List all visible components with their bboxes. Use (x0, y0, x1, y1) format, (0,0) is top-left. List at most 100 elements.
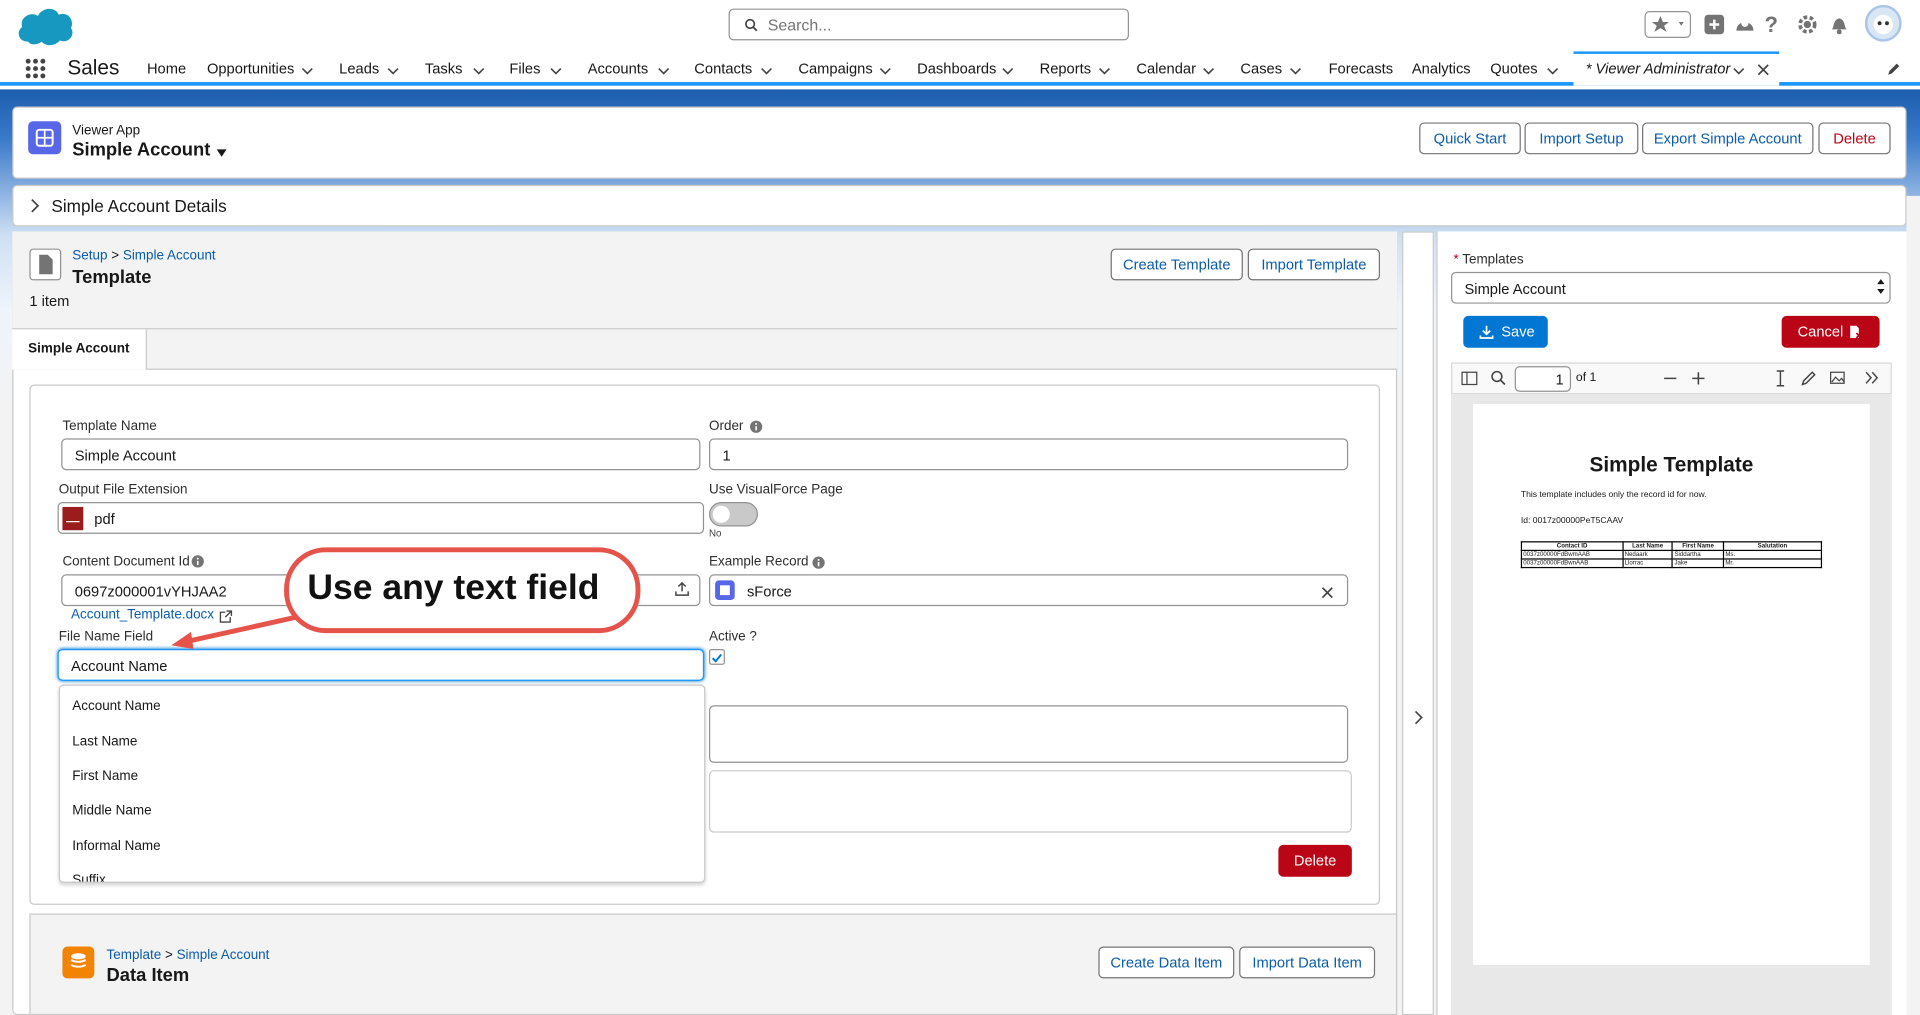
example-record-lookup[interactable]: sForce (708, 574, 1349, 607)
draw-pencil-icon[interactable] (1801, 370, 1817, 386)
file-name-field-input[interactable]: Account Name (57, 648, 705, 681)
table-cell: Siddartha (1672, 549, 1725, 560)
nav-item-contacts[interactable]: Contacts (694, 60, 752, 77)
export-simple-account-button[interactable]: Export Simple Account (1642, 122, 1814, 155)
help-icon[interactable]: ? (1765, 12, 1789, 36)
tab-viewer-administrator-label[interactable]: * Viewer Administrator (1586, 60, 1731, 77)
chevron-down-icon[interactable] (301, 62, 313, 75)
breadcrumb-simple-account-link[interactable]: Simple Account (123, 249, 216, 264)
caret-down-icon[interactable] (216, 143, 228, 157)
nav-item-opportunities[interactable]: Opportunities (207, 60, 294, 77)
delete-button[interactable]: Delete (1818, 122, 1891, 155)
nav-item-calendar[interactable]: Calendar (1136, 60, 1196, 77)
order-input[interactable]: 1 (708, 438, 1349, 471)
chevron-down-icon[interactable] (1002, 62, 1014, 75)
image-icon[interactable] (1829, 370, 1845, 386)
quick-start-button[interactable]: Quick Start (1419, 122, 1521, 155)
page-number-input[interactable]: 1 (1514, 366, 1572, 392)
import-setup-button[interactable]: Import Setup (1524, 122, 1639, 155)
nav-item-quotes[interactable]: Quotes (1490, 60, 1537, 77)
nav-item-dashboards[interactable]: Dashboards (917, 60, 996, 77)
zoom-in-icon[interactable] (1691, 371, 1706, 386)
page-scrollbar[interactable] (1906, 195, 1920, 1015)
more-tools-chevron-icon[interactable] (1864, 370, 1881, 386)
favorites-star-icon[interactable] (1644, 11, 1692, 38)
chevron-down-icon[interactable] (550, 62, 562, 75)
trailhead-icon[interactable] (1733, 12, 1757, 36)
save-button[interactable]: Save (1463, 315, 1548, 348)
edit-nav-pencil-icon[interactable] (1887, 61, 1902, 76)
tab-simple-account[interactable]: Simple Account (12, 329, 147, 370)
dropdown-option[interactable]: Last Name (72, 735, 137, 750)
global-search-input[interactable]: Search... (728, 8, 1129, 41)
section-title: Template (72, 266, 152, 288)
dropdown-option[interactable]: Account Name (72, 699, 160, 714)
table-header-cell: Last Name (1622, 541, 1674, 552)
output-extension-field[interactable]: pdf (57, 502, 705, 534)
cancel-button[interactable]: Cancel (1781, 315, 1880, 348)
visualforce-state: No (708, 527, 722, 539)
dropdown-option[interactable]: First Name (72, 769, 138, 784)
chevron-down-icon[interactable] (387, 62, 399, 75)
panel-collapse-toggle[interactable] (1402, 231, 1434, 1015)
breadcrumb-template-link[interactable]: Template (107, 948, 162, 963)
nav-item-accounts[interactable]: Accounts (588, 60, 648, 77)
zoom-search-icon[interactable] (1490, 370, 1506, 386)
chevron-down-icon[interactable] (879, 62, 891, 75)
nav-item-tasks[interactable]: Tasks (425, 60, 463, 77)
nav-item-leads[interactable]: Leads (339, 60, 379, 77)
user-avatar[interactable] (1864, 4, 1902, 42)
nav-item-files[interactable]: Files (509, 60, 540, 77)
nav-item-forecasts[interactable]: Forecasts (1329, 60, 1394, 77)
upload-icon[interactable] (675, 581, 690, 597)
nav-item-reports[interactable]: Reports (1040, 60, 1091, 77)
app-name: Sales (67, 56, 120, 80)
info-icon[interactable] (812, 555, 825, 569)
chevron-right-icon[interactable] (1413, 710, 1425, 725)
create-data-item-button[interactable]: Create Data Item (1098, 946, 1235, 979)
breadcrumb-simple-account-link[interactable]: Simple Account (177, 948, 270, 963)
chevron-down-icon[interactable] (1289, 62, 1301, 75)
chevron-down-icon[interactable] (1733, 62, 1745, 75)
chevron-down-icon[interactable] (760, 62, 772, 75)
clear-selection-icon[interactable] (1321, 584, 1333, 599)
active-checkbox[interactable] (708, 648, 725, 665)
nav-item-campaigns[interactable]: Campaigns (798, 60, 872, 77)
info-icon[interactable] (749, 419, 763, 433)
delete-template-button[interactable]: Delete (1278, 844, 1352, 877)
setup-gear-icon[interactable] (1795, 12, 1819, 36)
save-label: Save (1501, 323, 1535, 341)
app-launcher-icon[interactable] (24, 58, 46, 80)
zoom-out-icon[interactable] (1663, 371, 1678, 386)
chevron-down-icon[interactable] (473, 62, 485, 75)
rich-text-field[interactable] (708, 770, 1352, 833)
import-data-item-button[interactable]: Import Data Item (1239, 946, 1376, 979)
breadcrumb-setup-link[interactable]: Setup (72, 249, 107, 264)
text-cursor-icon[interactable] (1774, 370, 1786, 387)
nav-item-home[interactable]: Home (147, 60, 186, 77)
nav-item-cases[interactable]: Cases (1240, 60, 1282, 77)
dropdown-option[interactable]: Suffix (72, 873, 105, 882)
visualforce-toggle[interactable] (708, 502, 758, 527)
global-actions-plus-icon[interactable] (1702, 12, 1726, 36)
nav-item-analytics[interactable]: Analytics (1412, 60, 1471, 77)
chevron-down-icon[interactable] (1098, 62, 1110, 75)
details-section[interactable] (12, 184, 1907, 227)
description-textarea[interactable] (708, 705, 1349, 763)
create-template-button[interactable]: Create Template (1110, 248, 1243, 281)
notifications-bell-icon[interactable] (1827, 12, 1851, 36)
sidebar-toggle-icon[interactable] (1461, 371, 1478, 386)
callout-annotation: Use any text field (284, 547, 641, 634)
active-label: Active ? (708, 629, 757, 645)
dropdown-option[interactable]: Middle Name (72, 803, 151, 818)
chevron-down-icon[interactable] (1547, 62, 1559, 75)
chevron-right-icon[interactable] (29, 198, 41, 213)
templates-select[interactable]: Simple Account (1451, 271, 1891, 304)
chevron-down-icon[interactable] (1202, 62, 1215, 75)
close-tab-icon[interactable] (1757, 61, 1769, 76)
dropdown-option[interactable]: Informal Name (72, 839, 160, 854)
chevron-down-icon[interactable] (658, 62, 670, 75)
import-template-button[interactable]: Import Template (1247, 248, 1381, 281)
info-icon[interactable] (191, 553, 204, 568)
template-name-input[interactable]: Simple Account (61, 438, 701, 471)
